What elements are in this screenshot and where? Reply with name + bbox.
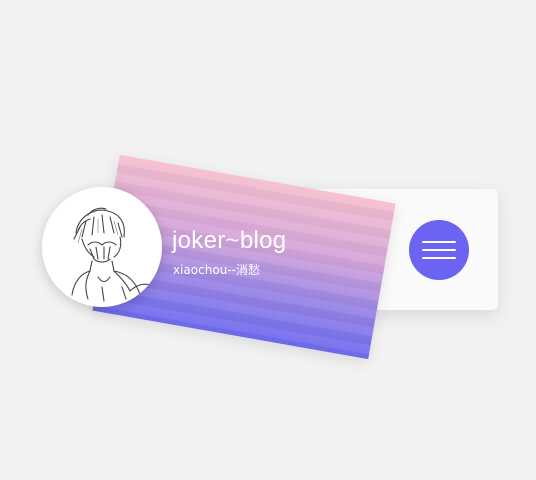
blog-subtitle: xiaochou--消愁 xyxy=(173,263,260,277)
avatar[interactable] xyxy=(42,187,162,307)
avatar-sketch-icon xyxy=(71,207,151,302)
blog-title: joker~blog xyxy=(172,227,287,254)
hamburger-menu-icon xyxy=(422,241,456,243)
profile-widget: joker~blog xiaochou--消愁 xyxy=(0,0,536,480)
menu-button[interactable] xyxy=(409,220,469,280)
hamburger-line xyxy=(422,249,456,251)
hamburger-line xyxy=(422,257,456,259)
